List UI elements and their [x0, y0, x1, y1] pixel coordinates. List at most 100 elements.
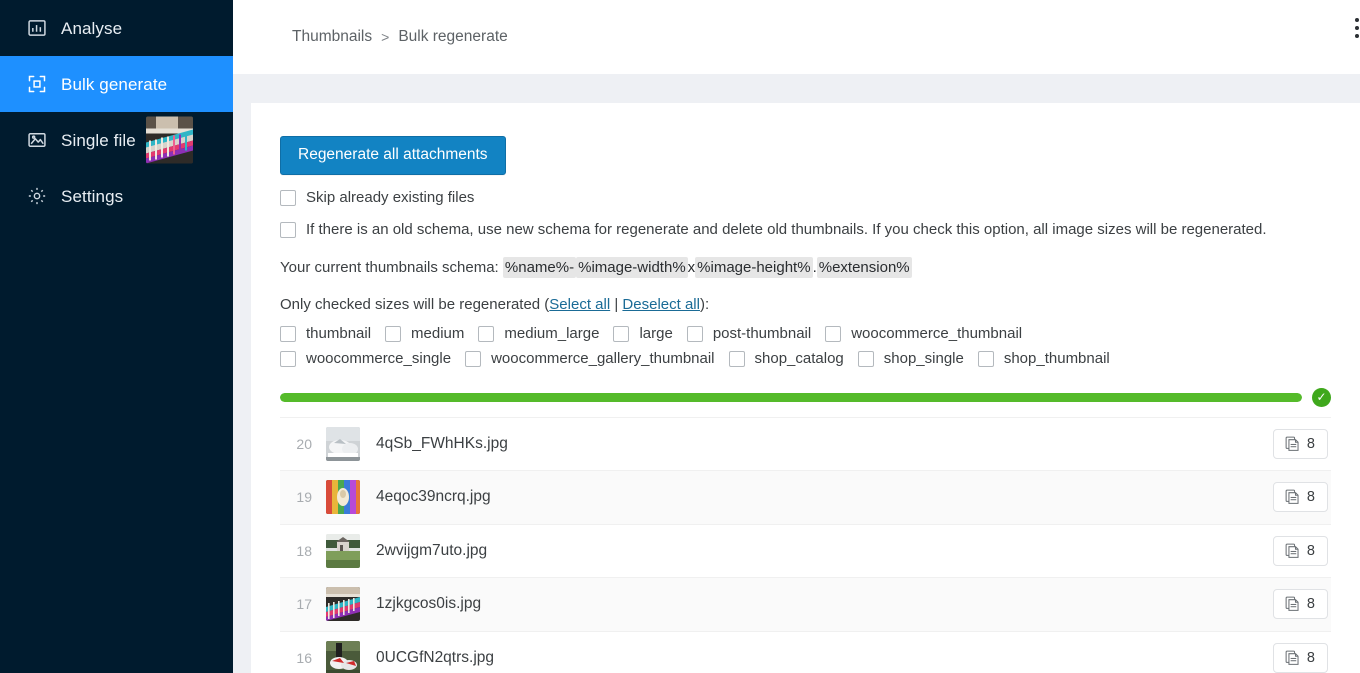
- new-schema-label: If there is an old schema, use new schem…: [306, 221, 1267, 239]
- generated-count-badge[interactable]: 8: [1273, 482, 1328, 512]
- file-row[interactable]: 182wvijgm7uto.jpg8: [280, 524, 1331, 578]
- current-schema-line: Your current thumbnails schema: %name%-%…: [280, 259, 1331, 276]
- progress-bar-track: [280, 393, 1302, 402]
- breadcrumb: Thumbnails > Bulk regenerate: [292, 28, 508, 46]
- sizes-note-prefix: Only checked sizes will be regenerated (: [280, 296, 549, 313]
- image-icon: [26, 129, 48, 151]
- size-checkbox-woocommerce_thumbnail[interactable]: [825, 326, 841, 342]
- file-name: 1zjkgcos0is.jpg: [376, 595, 1273, 613]
- image-sizes-checkbox-group: thumbnail medium medium_large large post-thu…: [280, 326, 1220, 367]
- size-option-shop_thumbnail[interactable]: shop_thumbnail: [978, 351, 1110, 367]
- skip-existing-checkbox[interactable]: [280, 190, 296, 206]
- breadcrumb-current: Bulk regenerate: [398, 28, 507, 46]
- size-option-medium_large[interactable]: medium_large: [478, 326, 599, 342]
- sidebar-item-label: Analyse: [61, 20, 122, 37]
- size-checkbox-woocommerce_single[interactable]: [280, 351, 296, 367]
- progress-row: ✓: [280, 388, 1331, 407]
- kebab-dot: [1355, 34, 1359, 38]
- file-row[interactable]: 16 0UCGfN2qtrs.jpg 8: [280, 631, 1331, 673]
- size-checkbox-woocommerce_gallery_thumbnail[interactable]: [465, 351, 481, 367]
- chevron-right-icon: >: [381, 29, 389, 45]
- file-thumbnail: [326, 587, 360, 621]
- schema-token-code: %image-height%: [695, 257, 812, 278]
- size-checkbox-large[interactable]: [613, 326, 629, 342]
- generated-count: 8: [1307, 596, 1315, 612]
- generated-count-badge[interactable]: 8: [1273, 589, 1328, 619]
- file-name: 2wvijgm7uto.jpg: [376, 542, 1273, 560]
- sidebar-item-label: Settings: [61, 188, 123, 205]
- file-name: 4eqoc39ncrq.jpg: [376, 488, 1273, 506]
- sidebar-item-label: Bulk generate: [61, 76, 167, 93]
- size-label: thumbnail: [306, 326, 371, 341]
- size-label: woocommerce_single: [306, 351, 451, 366]
- size-checkbox-shop_single[interactable]: [858, 351, 874, 367]
- size-checkbox-medium[interactable]: [385, 326, 401, 342]
- skip-existing-label: Skip already existing files: [306, 189, 474, 207]
- regenerate-all-attachments-button[interactable]: Regenerate all attachments: [280, 136, 506, 175]
- size-checkbox-medium_large[interactable]: [478, 326, 494, 342]
- size-label: shop_single: [884, 351, 964, 366]
- current-schema-prefix: Your current thumbnails schema:: [280, 259, 499, 276]
- gear-icon: [26, 185, 48, 207]
- size-label: medium: [411, 326, 464, 341]
- generated-count: 8: [1307, 436, 1315, 452]
- generated-count: 8: [1307, 650, 1315, 666]
- size-label: medium_large: [504, 326, 599, 341]
- size-label: large: [639, 326, 672, 341]
- size-option-post-thumbnail[interactable]: post-thumbnail: [687, 326, 811, 342]
- generated-count-badge[interactable]: 8: [1273, 536, 1328, 566]
- size-option-woocommerce_single[interactable]: woocommerce_single: [280, 351, 451, 367]
- sidebar-item-analyse[interactable]: Analyse: [0, 0, 233, 56]
- copy-documents-icon: [1285, 650, 1300, 666]
- sidebar-item-settings[interactable]: Settings: [0, 168, 233, 224]
- file-row[interactable]: 204qSb_FWhHKs.jpg8: [280, 417, 1331, 471]
- sidebar-item-single-file[interactable]: Single file: [0, 112, 233, 168]
- size-option-shop_single[interactable]: shop_single: [858, 351, 964, 367]
- crop-frame-icon: [26, 73, 48, 95]
- file-name: 4qSb_FWhHKs.jpg: [376, 435, 1273, 453]
- file-row[interactable]: 19 4eqoc39ncrq.jpg8: [280, 470, 1331, 524]
- size-option-shop_catalog[interactable]: shop_catalog: [729, 351, 844, 367]
- size-option-woocommerce_gallery_thumbnail[interactable]: woocommerce_gallery_thumbnail: [465, 351, 714, 367]
- file-thumbnail: [326, 427, 360, 461]
- size-option-large[interactable]: large: [613, 326, 672, 342]
- select-all-link[interactable]: Select all: [549, 296, 610, 313]
- app-root: Analyse Bulk generate: [0, 0, 1360, 673]
- sidebar-preview-thumbnail: [146, 117, 193, 164]
- file-name: 0UCGfN2qtrs.jpg: [376, 649, 1273, 667]
- file-thumbnail: [326, 534, 360, 568]
- sidebar-item-bulk-generate[interactable]: Bulk generate: [0, 56, 233, 112]
- size-checkbox-post-thumbnail[interactable]: [687, 326, 703, 342]
- size-option-woocommerce_thumbnail[interactable]: woocommerce_thumbnail: [825, 326, 1022, 342]
- schema-token-code: %extension%: [817, 257, 912, 278]
- generated-count-badge[interactable]: 8: [1273, 429, 1328, 459]
- file-row[interactable]: 17 1zjkgcos0is.jpg 8: [280, 577, 1331, 631]
- size-label: woocommerce_thumbnail: [851, 326, 1022, 341]
- file-thumbnail: [326, 641, 360, 673]
- copy-documents-icon: [1285, 596, 1300, 612]
- generated-count-badge[interactable]: 8: [1273, 643, 1328, 673]
- bulk-generate-panel: Regenerate all attachments Skip already …: [251, 103, 1360, 673]
- breadcrumb-root[interactable]: Thumbnails: [292, 28, 372, 46]
- size-label: woocommerce_gallery_thumbnail: [491, 351, 714, 366]
- kebab-dot: [1355, 18, 1359, 22]
- generated-count: 8: [1307, 543, 1315, 559]
- sidebar-item-label: Single file: [61, 132, 136, 149]
- copy-documents-icon: [1285, 489, 1300, 505]
- size-checkbox-shop_catalog[interactable]: [729, 351, 745, 367]
- file-index: 19: [282, 489, 312, 505]
- size-checkbox-shop_thumbnail[interactable]: [978, 351, 994, 367]
- size-option-thumbnail[interactable]: thumbnail: [280, 326, 371, 342]
- size-label: shop_catalog: [755, 351, 844, 366]
- file-index: 17: [282, 596, 312, 612]
- file-index: 16: [282, 650, 312, 666]
- schema-token-code: %name%-: [503, 257, 576, 278]
- size-label: post-thumbnail: [713, 326, 811, 341]
- new-schema-checkbox[interactable]: [280, 222, 296, 238]
- size-option-medium[interactable]: medium: [385, 326, 464, 342]
- deselect-all-link[interactable]: Deselect all: [622, 296, 700, 313]
- copy-documents-icon: [1285, 436, 1300, 452]
- size-checkbox-thumbnail[interactable]: [280, 326, 296, 342]
- size-label: shop_thumbnail: [1004, 351, 1110, 366]
- kebab-menu-icon[interactable]: [1352, 18, 1360, 38]
